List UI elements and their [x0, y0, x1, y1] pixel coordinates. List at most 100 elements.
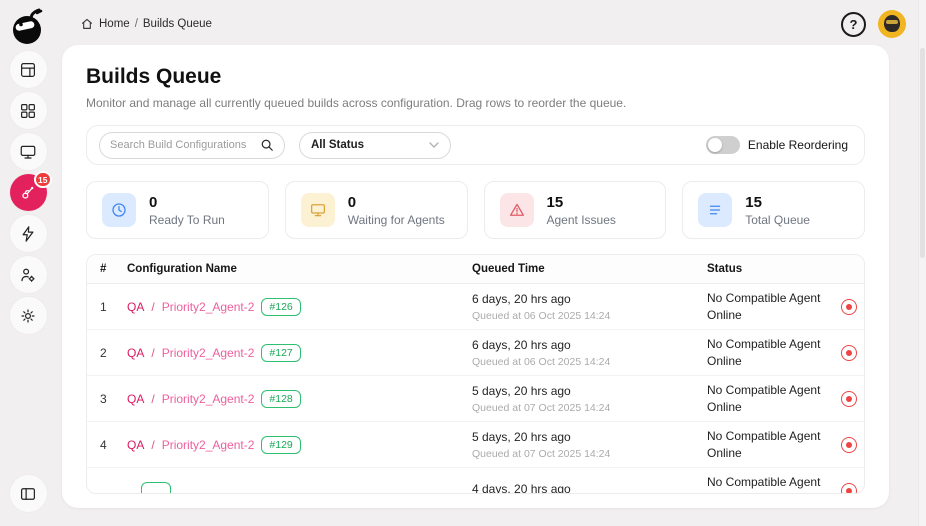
queued-time-relative: 5 days, 20 hrs ago [472, 383, 571, 398]
project-link[interactable]: QA [127, 300, 144, 314]
sidebar: 15 [0, 0, 56, 526]
search-icon [261, 139, 273, 151]
project-link[interactable]: QA [127, 438, 144, 452]
gear-icon [21, 308, 35, 323]
sidebar-item-quick-actions[interactable] [9, 215, 47, 252]
sidebar-item-projects[interactable] [9, 92, 47, 129]
column-header-queued-time: Queued Time [472, 263, 545, 275]
build-number-badge[interactable]: #128 [261, 389, 301, 408]
breadcrumb-home[interactable]: Home [99, 18, 130, 30]
project-link[interactable]: QA [127, 392, 144, 406]
panel-left-icon [21, 487, 35, 500]
queued-time-relative: 6 days, 20 hrs ago [472, 291, 571, 306]
project-link[interactable]: QA [127, 346, 144, 360]
scrollbar-thumb[interactable] [920, 48, 925, 258]
table-row: 2 QA / Priority2_Agent-2 #127 6 days, 20… [87, 330, 864, 376]
list-icon [698, 193, 733, 227]
config-link[interactable]: Priority2_Agent-2 [162, 346, 255, 360]
queued-time-absolute: Queued at 07 Oct 2025 14:24 [472, 447, 611, 460]
breadcrumb-current: Builds Queue [142, 18, 212, 30]
user-avatar[interactable] [878, 10, 906, 38]
stat-ready-to-run: 0 Ready To Run [86, 181, 269, 239]
home-icon [81, 18, 93, 29]
name-separator: / [151, 345, 155, 360]
build-number-badge[interactable]: #129 [261, 435, 301, 454]
sidebar-collapse-button[interactable] [9, 475, 47, 512]
stat-label: Total Queue [745, 212, 810, 227]
sidebar-item-users[interactable] [9, 256, 47, 293]
stop-build-button[interactable] [840, 390, 857, 407]
status-text: No Compatible Agent Online [707, 383, 821, 414]
monitor-icon [300, 193, 335, 227]
build-number-badge[interactable] [141, 482, 171, 493]
build-queue-icon [22, 186, 34, 199]
topbar: Home / Builds Queue ? [56, 0, 926, 48]
stat-value: 0 [149, 193, 158, 211]
column-header-status: Status [707, 263, 743, 275]
build-number-badge[interactable]: #127 [261, 343, 301, 362]
clock-icon [102, 193, 136, 227]
stop-icon [845, 303, 852, 310]
stat-value: 0 [347, 193, 357, 211]
stop-build-button[interactable] [840, 436, 857, 453]
ninja-logo-icon [13, 8, 43, 44]
queue-count-badge: 15 [34, 171, 52, 188]
warning-triangle-icon [499, 193, 534, 227]
sidebar-item-builds-queue[interactable]: 15 [9, 171, 52, 211]
queued-time-relative: 6 days, 20 hrs ago [472, 337, 571, 352]
status-filter-select[interactable]: All Status [299, 131, 451, 159]
status-text: No Compatible Agent Online [707, 337, 821, 368]
table-row: 4 QA / Priority2_Agent-2 #129 5 days, 20… [87, 422, 864, 468]
name-separator: / [151, 391, 155, 406]
page-title: Builds Queue [86, 65, 222, 88]
enable-reordering-toggle[interactable] [705, 136, 740, 154]
search-input[interactable] [110, 139, 260, 151]
stop-icon [845, 349, 852, 356]
question-mark-icon: ? [849, 16, 858, 32]
queued-time-absolute: Queued at 07 Oct 2025 14:24 [472, 401, 611, 414]
stop-icon [845, 395, 852, 402]
monitor-icon [20, 145, 36, 159]
config-link[interactable]: Priority2_Agent-2 [162, 300, 255, 314]
stop-build-button[interactable] [840, 482, 857, 493]
table-row: 3 QA / Priority2_Agent-2 #128 5 days, 20… [87, 376, 864, 422]
config-link[interactable]: Priority2_Agent-2 [162, 392, 255, 406]
sidebar-item-agents[interactable] [9, 133, 47, 170]
stat-label: Ready To Run [149, 212, 225, 227]
layout-icon [21, 62, 35, 77]
row-index: 4 [100, 437, 107, 452]
status-text: No Compatible Agent Online [707, 429, 821, 460]
search-box[interactable] [99, 131, 285, 159]
sidebar-item-settings[interactable] [9, 297, 47, 334]
status-filter-value: All Status [311, 139, 365, 151]
row-index: 1 [100, 299, 107, 314]
user-gear-icon [21, 268, 35, 282]
name-separator: / [151, 437, 155, 452]
builds-queue-table: # Configuration Name Queued Time Status … [86, 254, 865, 494]
help-button[interactable]: ? [841, 11, 866, 37]
stats-row: 0 Ready To Run 0 Waiting for Agents 15 A… [86, 181, 865, 239]
avatar-ninja-icon [884, 15, 900, 32]
stat-waiting-for-agents: 0 Waiting for Agents [284, 181, 468, 239]
page-subtitle: Monitor and manage all currently queued … [86, 96, 627, 110]
config-link[interactable]: Priority2_Agent-2 [162, 438, 255, 452]
stop-icon [845, 441, 852, 448]
table-header-row: # Configuration Name Queued Time Status [87, 255, 864, 284]
queued-time-relative: 5 days, 20 hrs ago [472, 429, 571, 444]
stop-build-button[interactable] [840, 344, 857, 361]
builds-queue-panel: Builds Queue Monitor and manage all curr… [62, 45, 889, 508]
sidebar-item-dashboard[interactable] [9, 51, 47, 88]
stat-total-queue: 15 Total Queue [682, 181, 865, 239]
stat-label: Agent Issues [546, 212, 616, 227]
table-row: 4 days, 20 hrs ago No Compatible Agent O… [87, 468, 864, 493]
chevron-down-icon [429, 142, 439, 148]
queued-time-absolute: Queued at 06 Oct 2025 14:24 [472, 309, 611, 322]
stat-label: Waiting for Agents [347, 212, 445, 227]
stat-agent-issues: 15 Agent Issues [483, 181, 667, 239]
build-number-badge[interactable]: #126 [261, 297, 301, 316]
stop-build-button[interactable] [840, 298, 857, 315]
app-logo[interactable] [8, 7, 48, 47]
page-scrollbar[interactable] [918, 0, 926, 526]
queued-time-absolute: Queued at 06 Oct 2025 14:24 [472, 355, 611, 368]
name-separator: / [151, 299, 155, 314]
